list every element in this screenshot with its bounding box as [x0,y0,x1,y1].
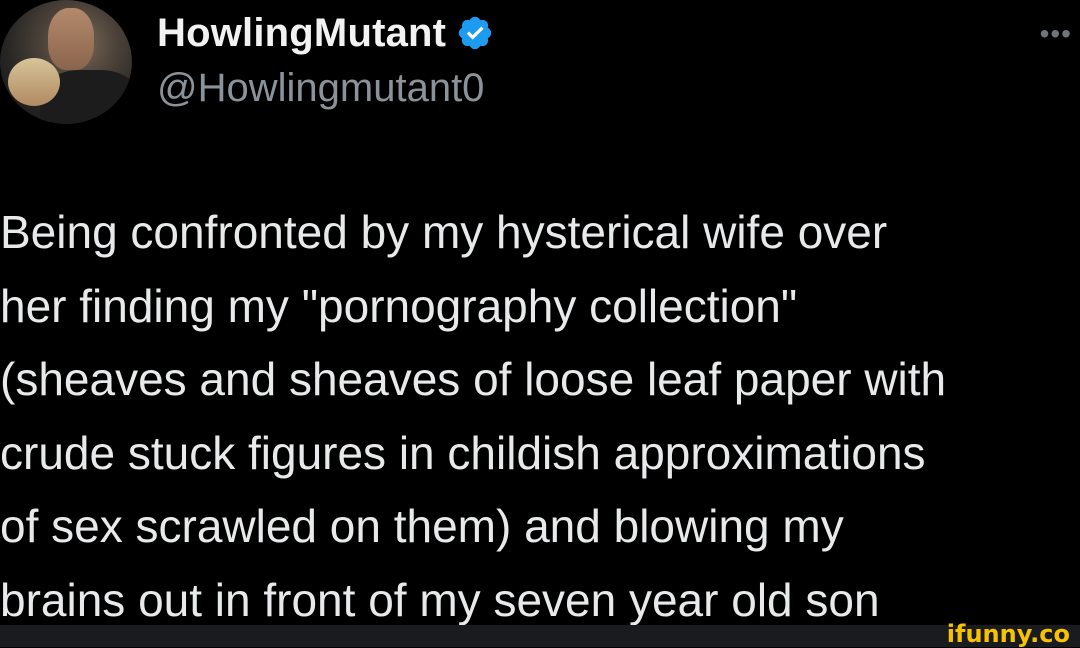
tweet-text: Being confronted by my hysterical wife o… [0,196,1080,637]
tweet-text-line: her finding my "pornography collection" [0,279,798,332]
display-name[interactable]: HowlingMutant [157,11,446,56]
tweet-text-line: (sheaves and sheaves of loose leaf paper… [0,353,947,405]
author-row: HowlingMutant [157,8,494,58]
avatar-face-man [48,8,94,70]
verified-badge-icon [458,16,492,50]
tweet-text-line: of sex scrawled on them) and blowing my [0,500,844,552]
avatar[interactable] [0,0,132,124]
avatar-face-woman [8,58,60,106]
tweet-text-line: Being confronted by my hysterical wife o… [0,206,888,258]
tweet-text-line: crude stuck figures in childish approxim… [0,426,926,479]
ifunny-watermark: ifunny.co [946,620,1070,648]
user-handle[interactable]: @Howlingmutant0 [157,66,484,111]
watermark-bar [0,625,1080,647]
more-options-icon[interactable]: ••• [1040,18,1072,50]
